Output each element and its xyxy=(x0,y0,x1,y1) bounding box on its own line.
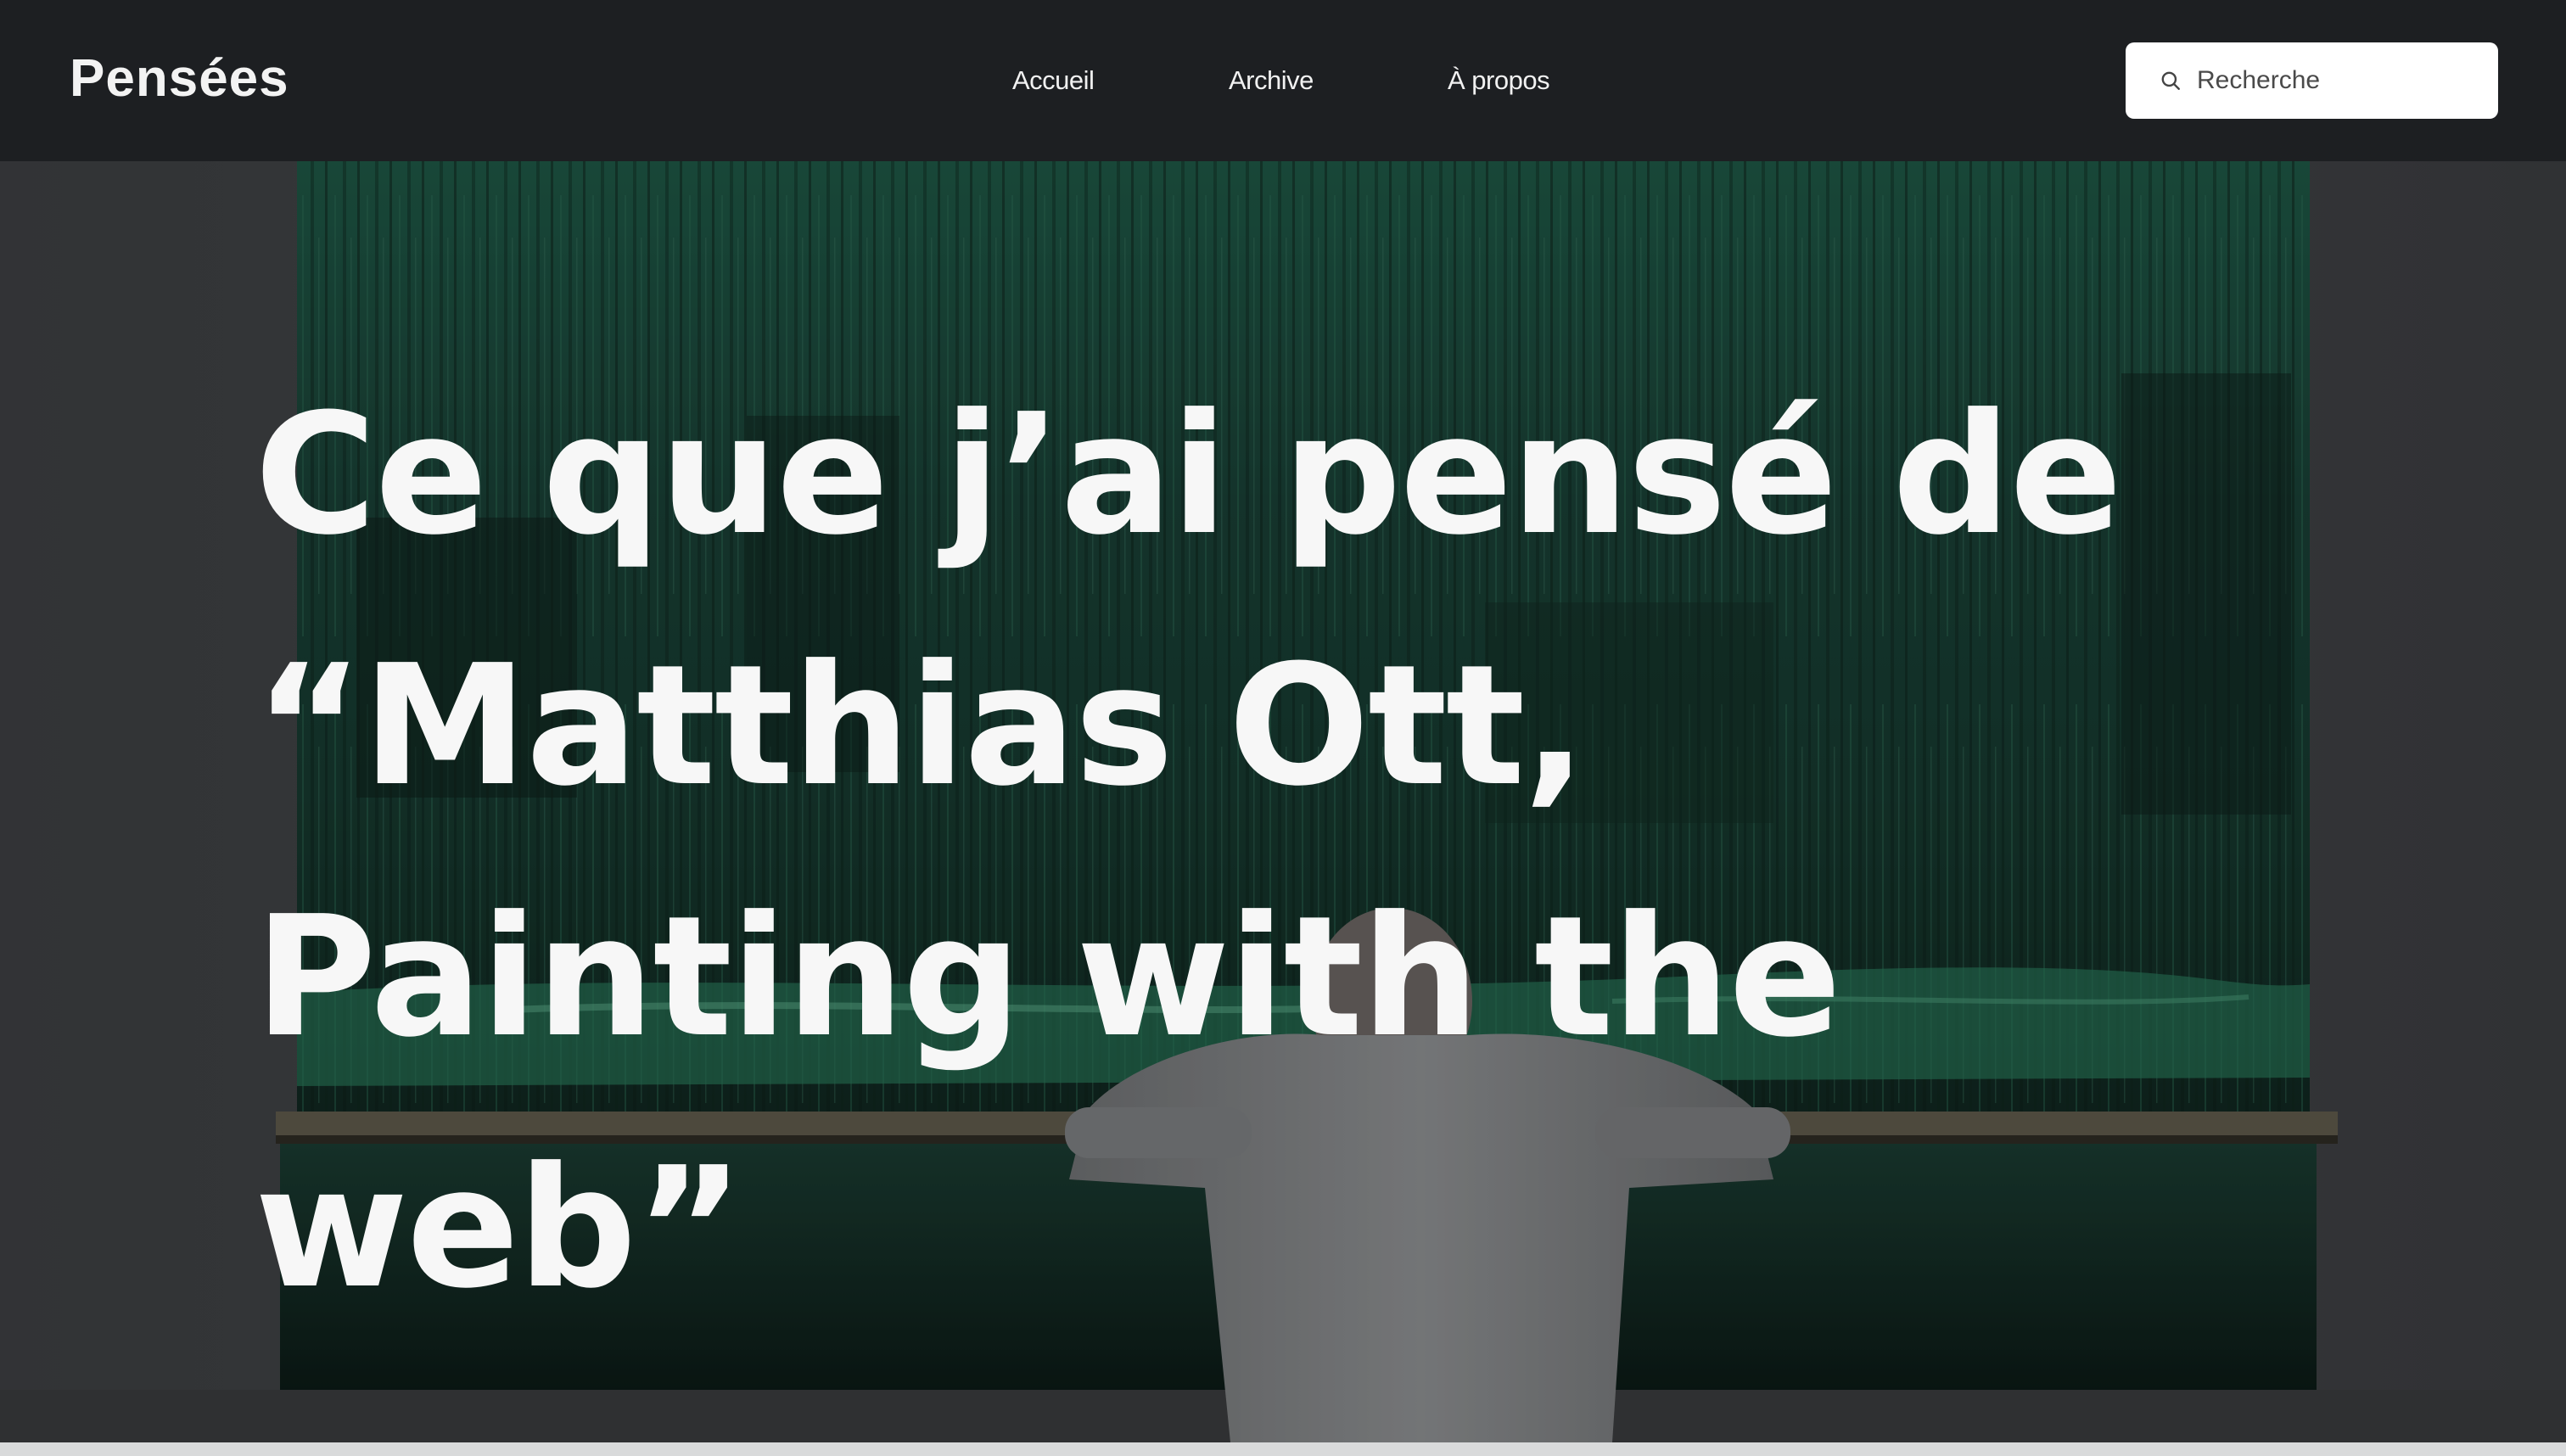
nav-archive[interactable]: Archive xyxy=(1229,59,1314,102)
search-input[interactable] xyxy=(2197,66,2477,95)
nav-accueil[interactable]: Accueil xyxy=(1012,59,1095,102)
search-icon xyxy=(2161,71,2180,90)
search-box[interactable] xyxy=(2126,42,2498,119)
site-header: Pensées Accueil Archive À propos xyxy=(0,0,2566,161)
nav-a-propos[interactable]: À propos xyxy=(1448,59,1550,102)
post-title: Ce que j’ai pensé de “Matthias Ott, Pain… xyxy=(255,378,2122,1325)
hero-banner: Ce que j’ai pensé de “Matthias Ott, Pain… xyxy=(0,161,2566,1442)
page-bottom-edge xyxy=(0,1442,2566,1456)
